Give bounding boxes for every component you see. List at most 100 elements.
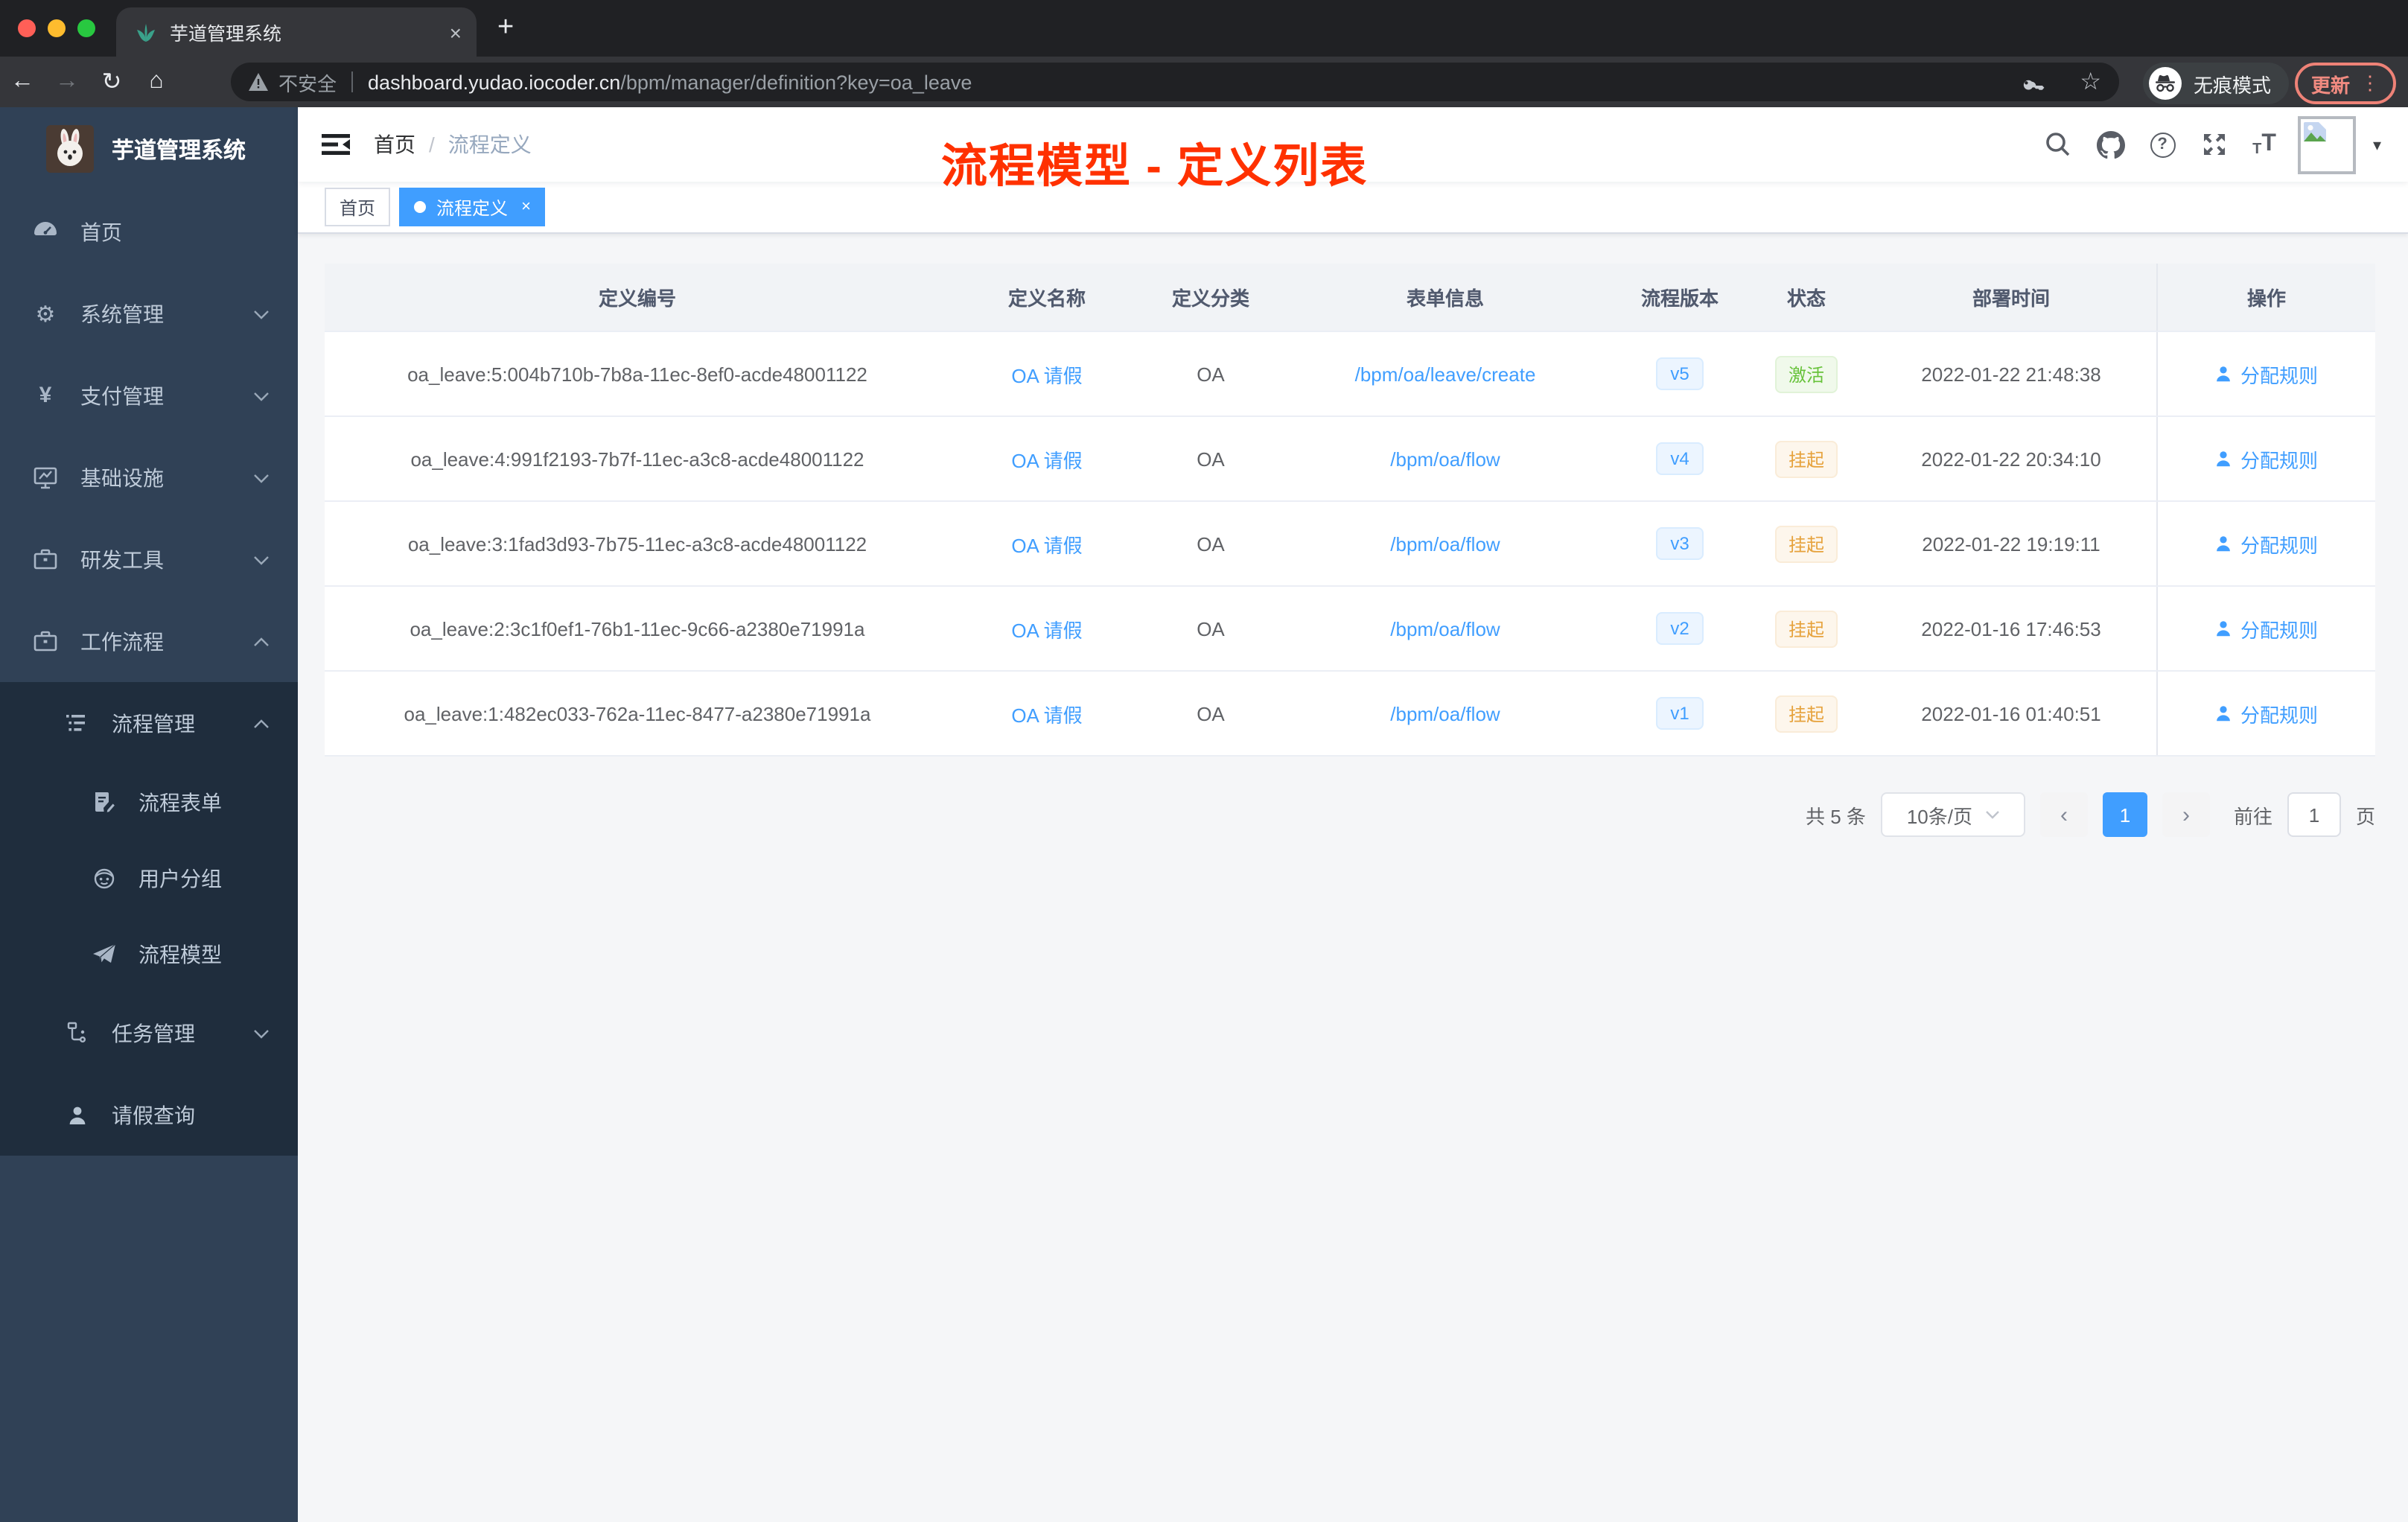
tag-close-icon[interactable]: × xyxy=(521,198,531,216)
sidebar-item-home[interactable]: 首页 xyxy=(0,191,298,273)
avatar[interactable] xyxy=(2298,115,2357,173)
definition-name-link[interactable]: OA 请假 xyxy=(1011,619,1082,641)
person-icon xyxy=(2217,536,2231,552)
definition-name-link[interactable]: OA 请假 xyxy=(1011,364,1082,386)
status-badge: 挂起 xyxy=(1774,695,1838,732)
sidebar-logo[interactable]: 芋道管理系统 xyxy=(0,107,298,191)
back-icon[interactable]: ← xyxy=(0,69,45,95)
definition-category: OA xyxy=(1197,617,1225,640)
definition-name-link[interactable]: OA 请假 xyxy=(1011,449,1082,471)
table-row: oa_leave:3:1fad3d93-7b75-11ec-a3c8-acde4… xyxy=(325,502,2375,587)
sidebar-item-workflow[interactable]: 工作流程 xyxy=(0,600,298,682)
browser-tab[interactable]: 芋道管理系统 × xyxy=(116,7,477,57)
window-close-button[interactable] xyxy=(18,19,36,37)
bookmark-star-icon[interactable]: ☆ xyxy=(2080,67,2101,97)
status-badge: 挂起 xyxy=(1774,525,1838,562)
version-badge: v4 xyxy=(1655,442,1704,475)
annotation-title: 流程模型 - 定义列表 xyxy=(941,140,1369,192)
version-badge: v5 xyxy=(1655,357,1704,390)
table-row: oa_leave:2:3c1f0ef1-76b1-11ec-9c66-a2380… xyxy=(325,587,2375,672)
form-link[interactable]: /bpm/oa/leave/create xyxy=(1355,363,1536,385)
font-size-icon[interactable]: TT xyxy=(2252,131,2276,158)
key-icon[interactable] xyxy=(2022,69,2047,95)
window-minimize-button[interactable] xyxy=(48,19,66,37)
sidebar-item-label: 流程表单 xyxy=(138,790,222,814)
definition-category: OA xyxy=(1197,532,1225,555)
table-row: oa_leave:1:482ec033-762a-11ec-8477-a2380… xyxy=(325,672,2375,757)
sidebar-item-system[interactable]: ⚙ 系统管理 xyxy=(0,273,298,354)
person-icon xyxy=(2217,621,2231,637)
search-icon[interactable] xyxy=(2044,131,2071,158)
sidebar-item-label: 基础设施 xyxy=(80,465,164,489)
form-link[interactable]: /bpm/oa/flow xyxy=(1390,532,1500,555)
form-link[interactable]: /bpm/oa/flow xyxy=(1390,448,1500,470)
sidebar-item-label: 工作流程 xyxy=(80,629,164,653)
more-vert-icon[interactable]: ⋮ xyxy=(2360,71,2380,95)
page-jump-input[interactable] xyxy=(2287,792,2341,837)
sidebar-item-label: 研发工具 xyxy=(80,547,164,571)
tag-process-definition[interactable]: 流程定义 × xyxy=(399,188,546,226)
definition-id: oa_leave:3:1fad3d93-7b75-11ec-a3c8-acde4… xyxy=(407,532,867,555)
table-row: oa_leave:5:004b710b-7b8a-11ec-8ef0-acde4… xyxy=(325,332,2375,417)
deploy-time: 2022-01-22 19:19:11 xyxy=(1922,532,2100,555)
hamburger-icon[interactable] xyxy=(317,127,353,162)
breadcrumb-home[interactable]: 首页 xyxy=(374,130,415,159)
sidebar-item-label: 请假查询 xyxy=(112,1103,195,1127)
page-size-select[interactable]: 10条/页 xyxy=(1880,792,2025,837)
sidebar-item-task-management[interactable]: 任务管理 xyxy=(0,992,298,1074)
reload-icon[interactable]: ↻ xyxy=(89,67,134,97)
form-link[interactable]: /bpm/oa/flow xyxy=(1390,702,1500,725)
chevron-down-icon xyxy=(253,473,270,483)
assign-rule-link[interactable]: 分配规则 xyxy=(2215,360,2318,388)
window-zoom-button[interactable] xyxy=(77,19,95,37)
browser-update-button[interactable]: 更新 ⋮ xyxy=(2295,63,2397,104)
definition-category: OA xyxy=(1197,363,1225,385)
tag-home[interactable]: 首页 xyxy=(325,188,391,226)
warning-icon xyxy=(249,73,268,91)
sidebar-item-label: 首页 xyxy=(80,220,122,243)
prev-page-button[interactable]: ‹ xyxy=(2039,792,2088,837)
sidebar-item-process-form[interactable]: 流程表单 xyxy=(0,764,298,840)
assign-rule-link[interactable]: 分配规则 xyxy=(2215,445,2318,473)
next-page-button[interactable]: › xyxy=(2162,792,2210,837)
status-badge: 激活 xyxy=(1774,355,1838,392)
incognito-label: 无痕模式 xyxy=(2194,74,2272,96)
chevron-up-icon xyxy=(253,719,270,729)
form-link[interactable]: /bpm/oa/flow xyxy=(1390,617,1500,640)
definition-name-link[interactable]: OA 请假 xyxy=(1011,704,1082,726)
home-icon[interactable]: ⌂ xyxy=(134,69,179,95)
definition-name-link[interactable]: OA 请假 xyxy=(1011,534,1082,556)
current-page-button[interactable]: 1 xyxy=(2102,792,2147,837)
sidebar-item-label: 支付管理 xyxy=(80,383,164,407)
app-title: 芋道管理系统 xyxy=(112,138,246,163)
sidebar-item-process-management[interactable]: 流程管理 xyxy=(0,682,298,764)
url-divider xyxy=(351,71,354,92)
sidebar-item-devtools[interactable]: 研发工具 xyxy=(0,518,298,600)
forward-icon[interactable]: → xyxy=(45,69,89,95)
column-header: 流程版本 xyxy=(1640,287,1719,310)
sidebar-item-infrastructure[interactable]: 基础设施 xyxy=(0,436,298,518)
tab-title: 芋道管理系统 xyxy=(170,24,282,45)
tab-close-icon[interactable]: × xyxy=(450,22,462,42)
github-icon[interactable] xyxy=(2096,130,2125,159)
sidebar-item-label: 流程管理 xyxy=(112,711,195,735)
new-tab-button[interactable]: + xyxy=(497,12,514,45)
assign-rule-link[interactable]: 分配规则 xyxy=(2215,614,2318,643)
address-bar[interactable]: 不安全 dashboard.yudao.iocoder.cn /bpm/mana… xyxy=(231,63,2119,101)
caret-down-icon[interactable]: ▾ xyxy=(2373,135,2381,154)
sidebar-item-user-group[interactable]: 用户分组 xyxy=(0,840,298,916)
help-icon[interactable]: ? xyxy=(2150,132,2176,157)
fullscreen-icon[interactable] xyxy=(2200,131,2227,158)
person-icon xyxy=(2217,706,2231,722)
definition-id: oa_leave:4:991f2193-7b7f-11ec-a3c8-acde4… xyxy=(410,448,864,470)
sidebar-item-payment[interactable]: ¥ 支付管理 xyxy=(0,354,298,436)
assign-rule-link[interactable]: 分配规则 xyxy=(2215,529,2318,558)
deploy-time: 2022-01-16 17:46:53 xyxy=(1921,617,2101,640)
url-path: /bpm/manager/definition?key=oa_leave xyxy=(620,71,972,93)
chevron-down-icon xyxy=(253,309,270,319)
sidebar-item-process-model[interactable]: 流程模型 xyxy=(0,916,298,992)
sidebar-item-leave-query[interactable]: 请假查询 xyxy=(0,1074,298,1156)
deploy-time: 2022-01-16 01:40:51 xyxy=(1921,702,2101,725)
briefcase-icon xyxy=(31,548,60,570)
assign-rule-link[interactable]: 分配规则 xyxy=(2215,699,2318,727)
